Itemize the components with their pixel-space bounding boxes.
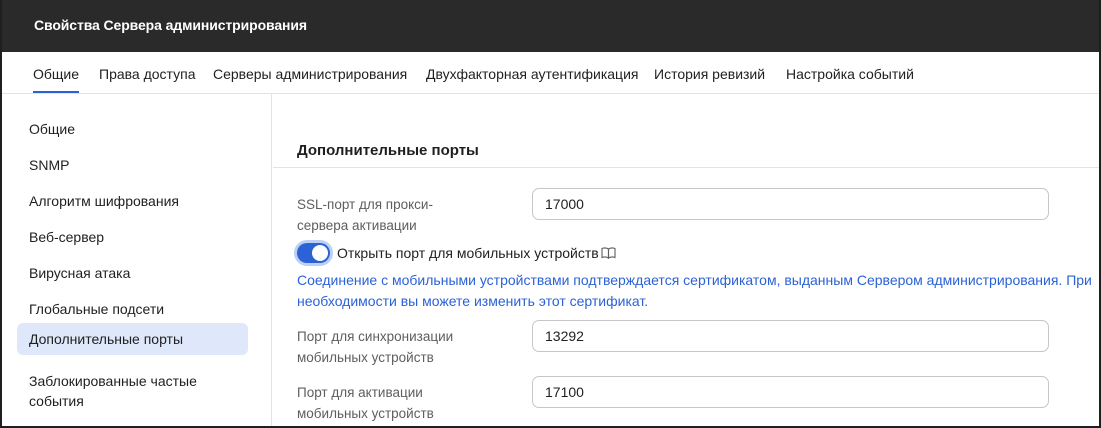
- mobile-port-toggle[interactable]: [297, 243, 330, 263]
- tab-bar: Общие Права доступа Серверы администриро…: [2, 52, 1099, 94]
- tab-access-rights[interactable]: Права доступа: [99, 66, 195, 82]
- ssl-proxy-port-input[interactable]: [532, 188, 1049, 220]
- certificate-info-text: Соединение с мобильными устройствами под…: [297, 272, 1092, 309]
- section-divider: [273, 167, 1099, 168]
- ssl-proxy-port-label: SSL-порт для прокси-сервера активации: [297, 197, 433, 233]
- tab-general[interactable]: Общие: [33, 66, 80, 93]
- mobile-activation-port-input[interactable]: [532, 376, 1049, 408]
- sidebar-item-snmp[interactable]: SNMP: [17, 149, 248, 181]
- tab-two-factor-auth[interactable]: Двухфакторная аутентификация: [426, 66, 638, 82]
- toggle-knob: [312, 245, 328, 261]
- main-content: Дополнительные порты SSL-порт для прокси…: [273, 94, 1099, 426]
- sidebar-item-web-server[interactable]: Веб-сервер: [17, 221, 248, 253]
- section-title: Дополнительные порты: [297, 142, 479, 159]
- mobile-activation-port-label: Порт для активации мобильных устройств: [297, 385, 434, 421]
- tab-event-settings[interactable]: Настройка событий: [786, 66, 914, 82]
- sidebar: Общие SNMP Алгоритм шифрования Веб-серве…: [2, 94, 272, 426]
- sidebar-item-blocked-frequent-events[interactable]: Заблокированные частые события: [17, 365, 217, 417]
- mobile-sync-port-label: Порт для синхронизации мобильных устройс…: [297, 329, 454, 365]
- properties-window: Свойства Сервера администрирования Общие…: [0, 0, 1101, 428]
- sidebar-item-encryption-algorithm[interactable]: Алгоритм шифрования: [17, 185, 248, 217]
- title-bar: Свойства Сервера администрирования: [2, 0, 1099, 52]
- sidebar-item-additional-ports[interactable]: Дополнительные порты: [17, 323, 248, 355]
- tab-admin-servers[interactable]: Серверы администрирования: [213, 66, 407, 82]
- book-icon[interactable]: [601, 247, 616, 259]
- sidebar-item-global-subnets[interactable]: Глобальные подсети: [17, 293, 248, 325]
- window-title: Свойства Сервера администрирования: [34, 17, 307, 33]
- sidebar-item-virus-outbreak[interactable]: Вирусная атака: [17, 257, 248, 289]
- sidebar-item-general[interactable]: Общие: [17, 113, 248, 145]
- tab-revision-history[interactable]: История ревизий: [654, 66, 765, 82]
- mobile-sync-port-input[interactable]: [532, 320, 1049, 352]
- mobile-port-toggle-label: Открыть порт для мобильных устройств: [337, 245, 599, 261]
